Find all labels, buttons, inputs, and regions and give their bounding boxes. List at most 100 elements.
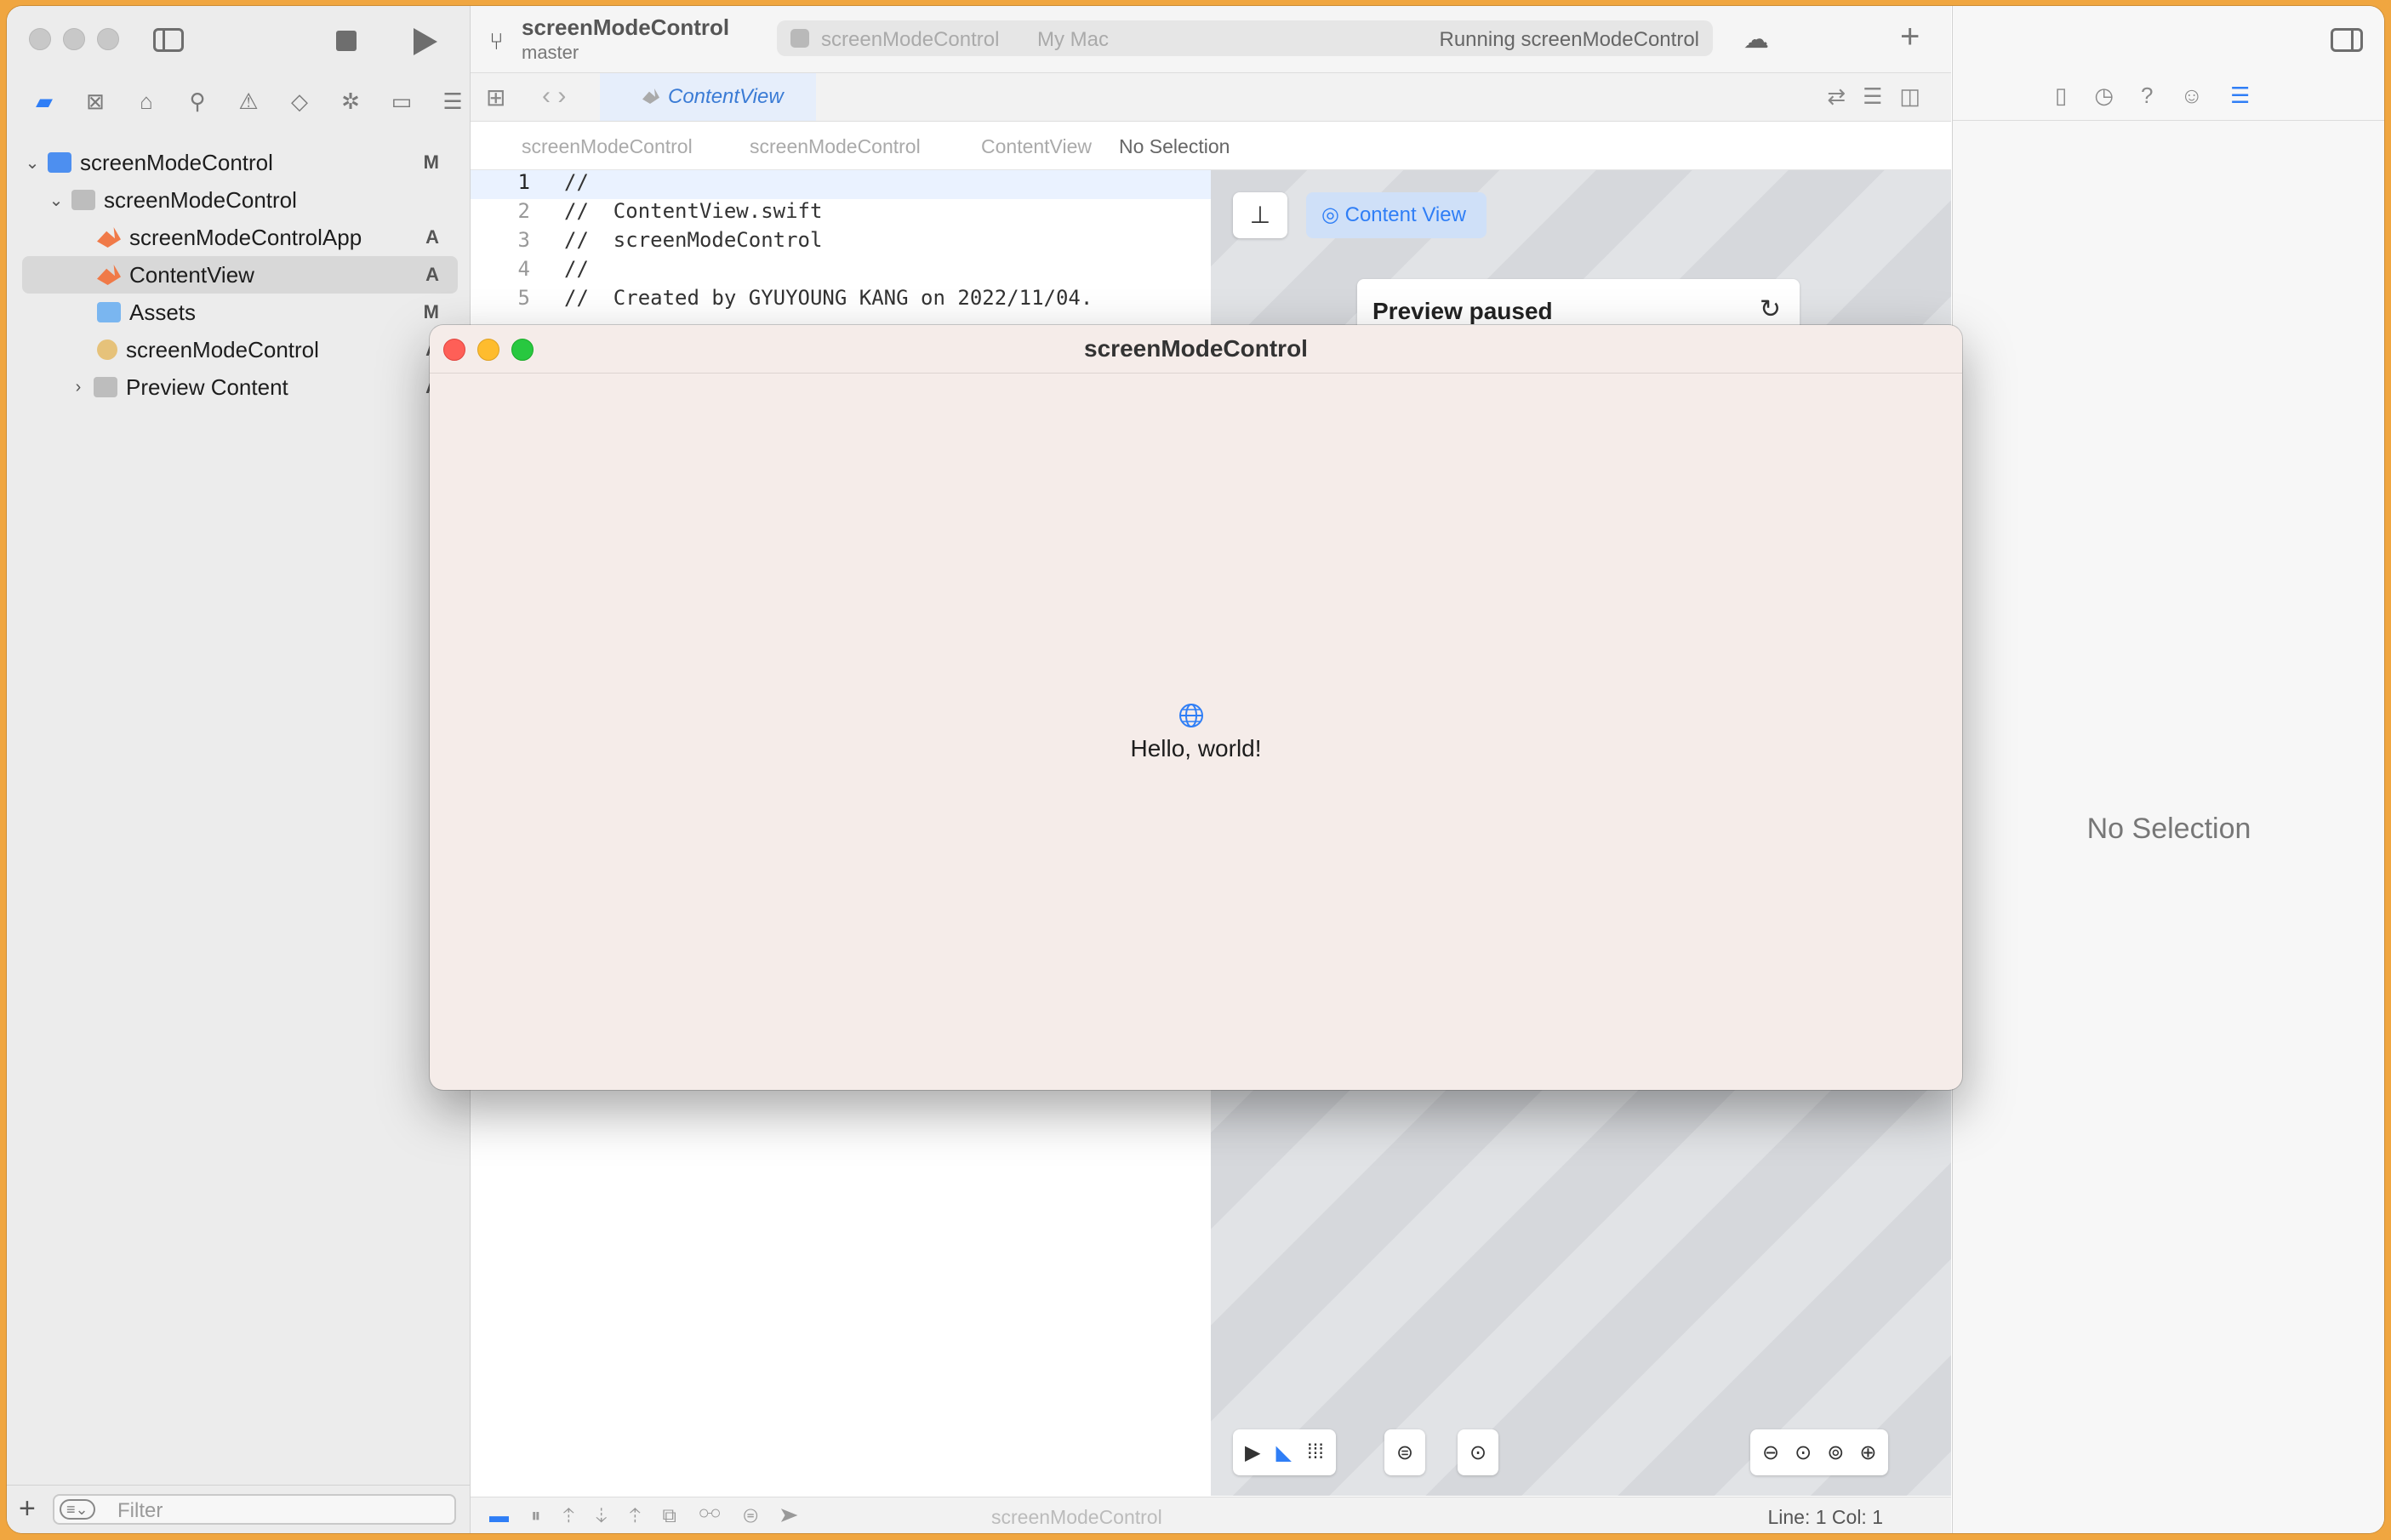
swift-file-icon (97, 265, 121, 285)
filter-bar: + ≡⌄ Filter (7, 1485, 470, 1533)
folder-icon (94, 377, 117, 397)
help-icon[interactable]: ? (2141, 83, 2153, 109)
app-window-title: screenModeControl (1084, 335, 1308, 362)
history-icon[interactable]: ◷ (2094, 83, 2114, 109)
test-icon[interactable]: ◇ (274, 84, 325, 118)
folder-icon[interactable]: ▰ (19, 84, 70, 118)
preview-mode-controls: ▶ ◣ ⁞⁞⁞ (1233, 1429, 1336, 1475)
swift-file-icon (97, 227, 121, 248)
code-line[interactable]: 1 // (471, 170, 1211, 199)
breadcrumb-file[interactable]: ContentView (981, 135, 1092, 158)
scheme-destination[interactable]: My Mac (1037, 28, 1109, 52)
project-icon (48, 152, 71, 173)
breadcrumb-project[interactable]: screenModeControl (522, 135, 693, 158)
selectable-icon[interactable]: ◣ (1275, 1440, 1291, 1465)
activity-status: Running screenModeControl (1439, 28, 1699, 51)
source-control-icon[interactable]: ⊠ (70, 84, 121, 118)
line-text: // screenModeControl (564, 228, 823, 252)
code-line[interactable]: 5 // Created by GYUYOUNG KANG on 2022/11… (471, 286, 1211, 315)
line-number: 4 (517, 257, 530, 281)
stop-button[interactable] (336, 31, 357, 51)
inspector-panel: ▯ ◷ ? ☺ ☰ No Selection (1952, 6, 2384, 1533)
add-library-icon[interactable]: + (1900, 18, 1920, 56)
zoom-actual-icon[interactable]: ⊙ (1795, 1440, 1812, 1465)
debug-controls-icon[interactable]: ▬⏸⇡⇣⇡⧉⚯⊜➤ (489, 1504, 820, 1527)
window-controls (29, 28, 119, 50)
zoom-out-icon[interactable]: ⊖ (1762, 1440, 1779, 1465)
tree-item-contentview[interactable]: ContentView A (22, 256, 458, 294)
navigator-tabs: ▰ ⊠ ⌂ ⚲ ⚠ ◇ ✲ ▭ ☰ (19, 84, 478, 118)
zoom-in-icon[interactable]: ⊕ (1859, 1440, 1876, 1465)
chevron-right-icon[interactable]: › (68, 378, 88, 397)
filter-input[interactable]: ≡⌄ Filter (53, 1494, 456, 1525)
cloud-icon[interactable]: ☁ (1743, 25, 1769, 54)
project-name: screenModeControl (522, 14, 730, 40)
grid-icon[interactable]: ⊞ (486, 83, 505, 111)
device-icon[interactable]: ⊙ (1469, 1440, 1487, 1465)
zoom-controls: ⊖ ⊙ ⊚ ⊕ (1750, 1429, 1889, 1475)
code-line[interactable]: 2 // ContentView.swift (471, 199, 1211, 228)
scheme-target[interactable]: screenModeControl (821, 28, 999, 52)
preview-status: Preview paused (1372, 298, 1553, 324)
pin-icon[interactable]: ⊥ (1233, 192, 1287, 238)
chevron-down-icon[interactable]: ⌄ (22, 152, 43, 174)
status-badge: A (425, 264, 439, 285)
tree-item-assets[interactable]: Assets M (22, 294, 458, 331)
content-view-label: Content View (1344, 203, 1466, 226)
code-line[interactable]: 4 // (471, 257, 1211, 286)
tree-item-app-file[interactable]: screenModeControlApp A (22, 219, 458, 256)
add-icon[interactable]: + (19, 1492, 36, 1526)
tree-item-preview-content[interactable]: › Preview Content A (22, 368, 458, 406)
breakpoint-icon[interactable]: ▭ (376, 84, 427, 118)
status-badge: M (423, 301, 439, 322)
symbol-icon[interactable]: ⌂ (121, 84, 172, 118)
back-forward-icon[interactable]: ‹ › (542, 82, 566, 111)
minimize-button[interactable] (63, 28, 85, 50)
tree-item-group[interactable]: ⌄ screenModeControl (22, 181, 458, 219)
tree-item-label: Preview Content (126, 374, 288, 400)
tree-item-label: screenModeControl (104, 186, 297, 213)
zoom-button[interactable] (97, 28, 119, 50)
editor-options-icon[interactable]: ⇄☰◫ (1827, 83, 1937, 110)
tree-item-project[interactable]: ⌄ screenModeControl M (22, 144, 458, 181)
line-text: // (564, 170, 589, 194)
entitlements-icon (97, 339, 117, 360)
divider (1953, 120, 2384, 121)
chevron-down-icon[interactable]: ⌄ (46, 190, 66, 211)
variants-icon[interactable]: ⁞⁞⁞ (1307, 1440, 1324, 1464)
navigator-sidebar: ▰ ⊠ ⌂ ⚲ ⚠ ◇ ✲ ▭ ☰ ⌄ screenModeControl M … (7, 6, 471, 1533)
filter-menu-icon[interactable]: ≡⌄ (60, 1499, 95, 1520)
navigator-toggle-icon[interactable] (153, 28, 184, 52)
folder-icon (71, 190, 95, 210)
refresh-icon[interactable]: ↻ (1760, 294, 1781, 324)
filter-placeholder: Filter (117, 1499, 163, 1522)
device-settings-icon[interactable]: ⊜ (1396, 1440, 1413, 1465)
file-inspector-icon[interactable]: ▯ (2055, 83, 2067, 109)
tab-contentview[interactable]: ContentView (600, 73, 816, 121)
close-button[interactable] (29, 28, 51, 50)
warning-icon[interactable]: ⚠ (223, 84, 274, 118)
search-icon[interactable]: ⚲ (172, 84, 223, 118)
tree-item-label: ContentView (129, 261, 254, 288)
line-text: // (564, 257, 589, 281)
debug-icon[interactable]: ✲ (325, 84, 376, 118)
scheme-selector[interactable]: screenModeControl My Mac Running screenM… (777, 20, 1713, 56)
status-badge: A (425, 226, 439, 248)
tree-item-label: screenModeControlApp (129, 224, 362, 250)
breadcrumb-selection[interactable]: No Selection (1119, 135, 1230, 158)
live-preview-icon[interactable]: ▶ (1245, 1440, 1260, 1465)
app-titlebar[interactable]: screenModeControl (430, 325, 1962, 374)
project-tree: ⌄ screenModeControl M ⌄ screenModeContro… (22, 144, 458, 406)
preview-device-control: ⊙ (1458, 1429, 1499, 1475)
breadcrumb-group[interactable]: screenModeControl (750, 135, 921, 158)
code-line[interactable]: 3 // screenModeControl (471, 228, 1211, 257)
content-view-button[interactable]: ◎ Content View (1306, 192, 1487, 238)
zoom-fit-icon[interactable]: ⊚ (1827, 1440, 1844, 1465)
inspector-toggle-icon[interactable] (2331, 28, 2363, 52)
app-icon (790, 29, 809, 48)
inspector-tabs: ▯ ◷ ? ☺ ☰ (2055, 83, 2250, 109)
tree-item-entitlements[interactable]: screenModeControl A (22, 331, 458, 368)
attributes-icon[interactable]: ☰ (2230, 83, 2250, 109)
accessibility-icon[interactable]: ☺ (2180, 83, 2203, 109)
run-button[interactable] (414, 28, 437, 55)
